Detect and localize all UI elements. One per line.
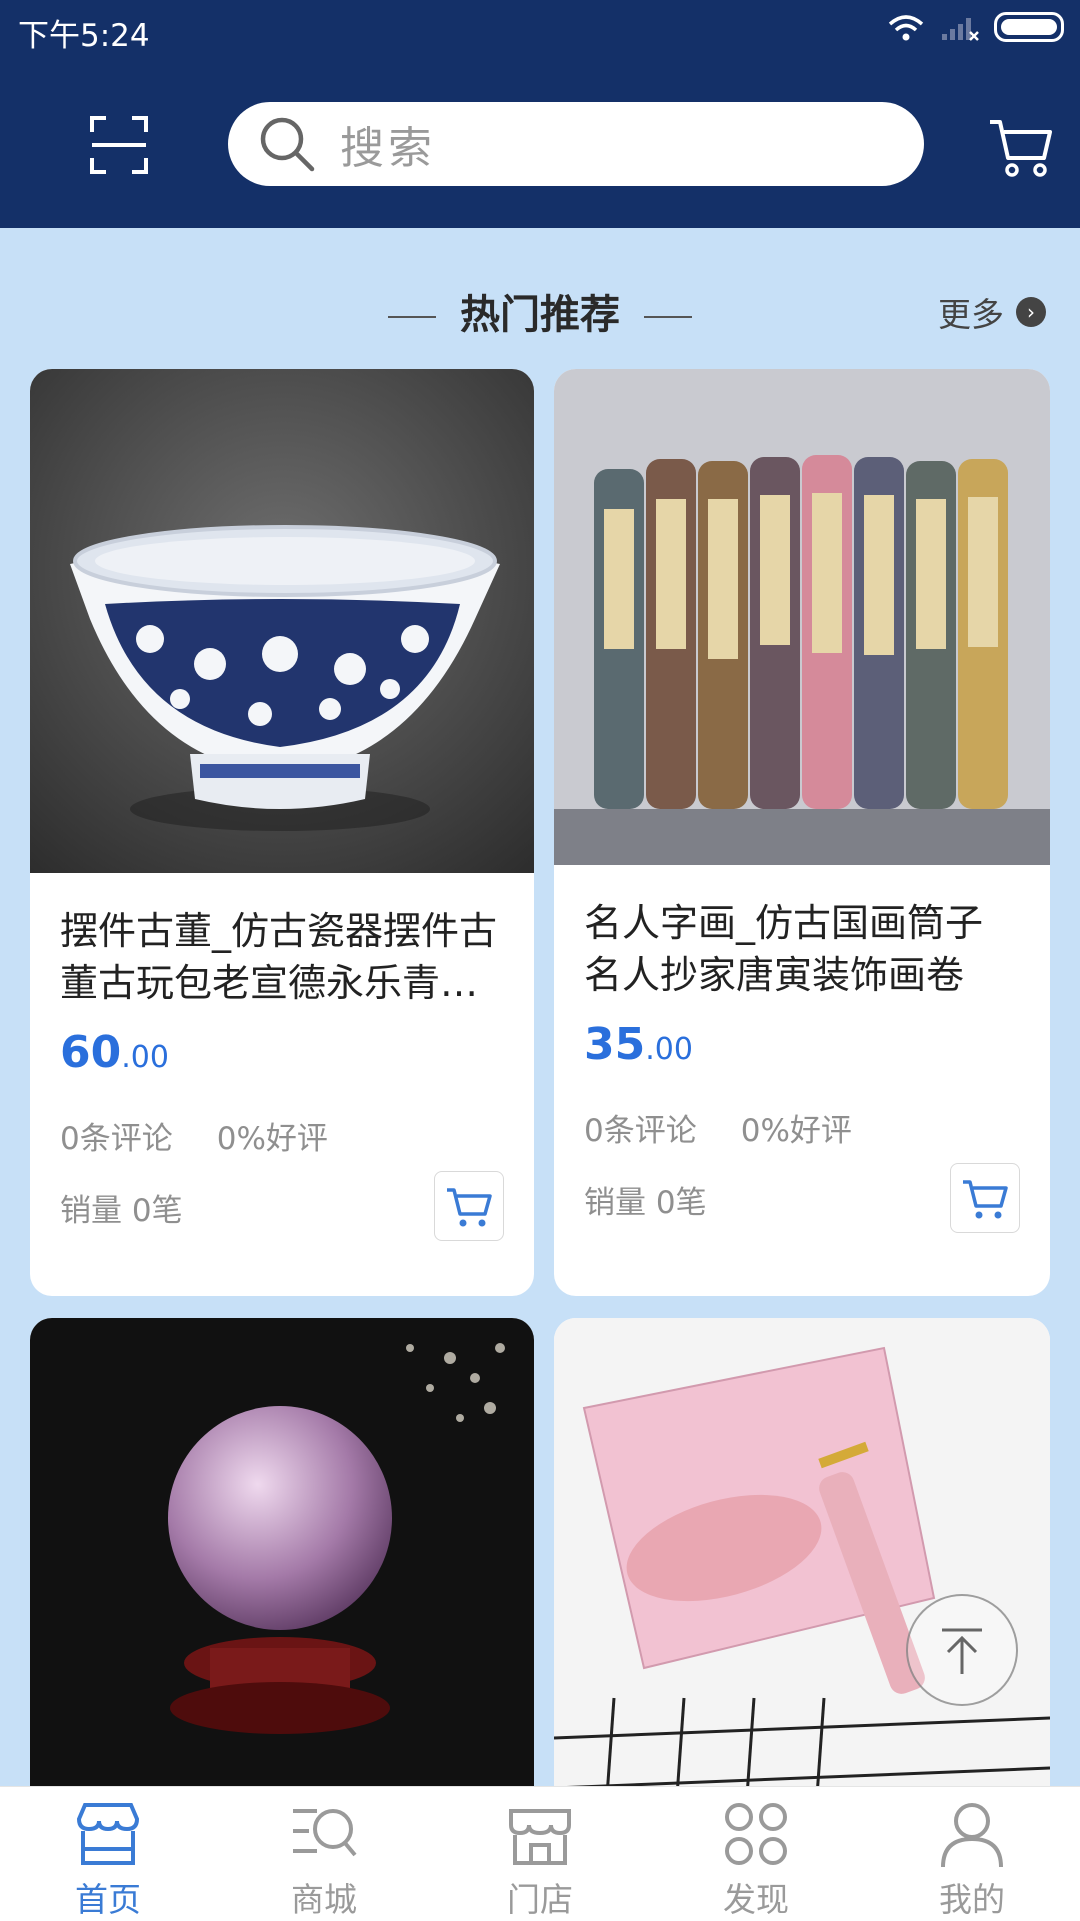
product-card[interactable] [30,1318,534,1838]
price-integer: 60 [60,1027,122,1078]
product-image-crystal-ball [30,1318,534,1838]
price-decimal: .00 [645,1032,693,1067]
more-label: 更多 [938,295,1004,334]
product-meta: 0条评论 0%好评 [584,1105,852,1150]
tab-discover[interactable]: 发现 [648,1787,864,1921]
signal-icon [942,18,979,41]
tab-label: 门店 [507,1880,573,1919]
tab-label: 商城 [291,1880,357,1919]
user-icon [941,1803,1003,1868]
sales-count: 销量 0笔 [60,1193,183,1229]
positive-rate: 0%好评 [216,1121,328,1157]
arrow-up-icon [942,1628,982,1674]
status-icons [886,12,1064,42]
tab-profile[interactable]: 我的 [864,1787,1080,1921]
product-price: 60.00 [60,1027,169,1078]
back-to-top-button[interactable] [906,1594,1018,1706]
bottom-tab-bar: 首页 商城 门店 发现 我的 [0,1786,1080,1921]
search-list-icon [293,1809,357,1857]
sales-count: 销量 0笔 [584,1185,707,1221]
review-count: 0条评论 [60,1121,173,1157]
wifi-icon [888,15,924,41]
grid-icon [725,1803,787,1865]
battery-icon [994,12,1064,42]
cart-icon [963,1180,1008,1219]
search-placeholder: 搜索 [340,123,436,174]
product-card[interactable] [554,1318,1050,1838]
product-image-jade-roller [554,1318,1050,1838]
add-to-cart-button[interactable] [950,1163,1020,1233]
add-to-cart-button[interactable] [434,1171,504,1241]
price-decimal: .00 [121,1040,169,1075]
review-count: 0条评论 [584,1113,697,1149]
product-price: 35.00 [584,1019,693,1070]
section-title: 热门推荐 [460,292,620,338]
store-icon [76,1803,140,1865]
product-card[interactable]: 名人字画_仿古国画筒子 名人抄家唐寅装饰画卷 35.00 0条评论 0%好评 销量… [554,369,1050,1296]
product-image-scroll-paintings [554,369,1050,865]
tab-mall[interactable]: 商城 [216,1787,432,1921]
tab-home[interactable]: 首页 [0,1787,216,1921]
scan-button[interactable] [88,114,150,176]
search-icon [260,117,315,172]
product-meta: 0条评论 0%好评 [60,1113,328,1158]
chevron-right-icon: › [1016,297,1046,327]
tab-label: 发现 [723,1880,789,1919]
search-input[interactable]: 搜索 [228,102,924,186]
product-image-porcelain-bowl [30,369,534,873]
more-link[interactable]: 更多 › [938,288,1046,336]
heading-divider-right [644,316,692,318]
section-heading: 热门推荐 [0,282,1080,340]
cart-icon [447,1188,492,1227]
price-integer: 35 [584,1019,646,1070]
cart-icon [990,120,1052,177]
product-card[interactable]: 摆件古董_仿古瓷器摆件古董古玩包老宣德永乐青花大碗 60.00 0条评论 0%好评… [30,369,534,1296]
tab-label: 首页 [75,1880,141,1919]
scan-icon [90,116,148,174]
cart-button[interactable] [988,114,1054,180]
tab-stores[interactable]: 门店 [432,1787,648,1921]
heading-divider-left [388,316,436,318]
product-title: 名人字画_仿古国画筒子 名人抄家唐寅装饰画卷 [584,901,984,997]
tab-label: 我的 [939,1880,1005,1919]
product-title: 摆件古董_仿古瓷器摆件古董古玩包老宣德永乐青花大碗 [60,909,498,1005]
top-bar: 下午5:24 搜索 [0,0,1080,228]
status-time: 下午5:24 [18,18,150,54]
shop-icon [509,1809,571,1865]
positive-rate: 0%好评 [740,1113,852,1149]
